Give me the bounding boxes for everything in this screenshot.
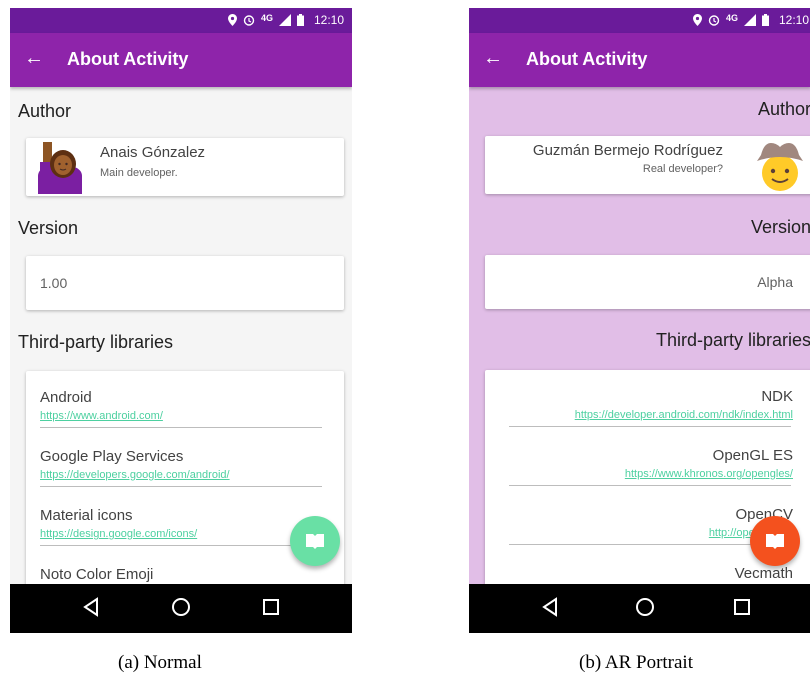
divider [40, 486, 322, 487]
author-card: Anais Gónzalez Main developer. [26, 138, 344, 196]
library-name: Vecmath [734, 565, 793, 582]
book-fab-button[interactable] [750, 516, 800, 566]
network-type: 4G [725, 13, 738, 23]
about-content[interactable]: Author Anais Gónzalez Main developer. Ve… [10, 87, 352, 584]
library-name: Google Play Services [40, 448, 184, 465]
arrow-back-icon[interactable]: ← [483, 46, 503, 70]
network-type: 4G [260, 13, 273, 23]
back-triangle-icon[interactable] [541, 597, 559, 617]
library-link[interactable]: https://developers.google.com/android/ [40, 469, 230, 481]
divider [40, 427, 322, 428]
library-item[interactable]: Google Play Services https://developers.… [26, 430, 344, 488]
phone-normal: 4G 12:10 ← About Activity Author Anais G… [10, 8, 352, 633]
version-value: Alpha [757, 274, 793, 290]
divider [509, 426, 791, 427]
app-title: About Activity [526, 49, 648, 69]
library-link[interactable]: https://design.google.com/icons/ [40, 528, 197, 540]
location-icon [692, 14, 702, 26]
navigation-bar [469, 584, 810, 633]
status-bar: 4G 12:10 [469, 8, 810, 33]
cowboy-face-emoji-icon [757, 143, 803, 191]
library-link[interactable]: https://www.android.com/ [40, 410, 163, 422]
book-icon [766, 534, 784, 549]
library-name: Noto Color Emoji [40, 566, 154, 583]
divider [509, 544, 791, 545]
book-fab-button[interactable] [290, 516, 340, 566]
version-card: Alpha [485, 255, 810, 309]
navigation-bar [10, 584, 352, 633]
status-time: 12:10 [313, 13, 344, 27]
author-name: Guzmán Bermejo Rodríguez [532, 142, 723, 159]
divider [40, 545, 322, 546]
author-card: Guzmán Bermejo Rodríguez Real developer? [485, 136, 810, 194]
recents-square-icon[interactable] [263, 599, 279, 615]
author-role: Real developer? [642, 163, 723, 175]
library-item[interactable]: OpenGL ES https://www.khronos.org/opengl… [485, 429, 810, 487]
back-triangle-icon[interactable] [82, 597, 100, 617]
library-item[interactable]: Android https://www.android.com/ [26, 371, 344, 429]
app-bar: ← About Activity [10, 33, 352, 87]
status-time: 12:10 [778, 13, 809, 27]
alarm-icon [243, 15, 255, 26]
person-raising-hand-emoji-icon [38, 142, 82, 194]
location-icon [227, 14, 237, 26]
library-link[interactable]: https://www.khronos.org/opengles/ [625, 468, 793, 480]
library-name: Material icons [40, 507, 133, 524]
library-name: NDK [761, 388, 793, 405]
library-name: OpenGL ES [712, 447, 793, 464]
home-circle-icon[interactable] [171, 597, 191, 617]
version-heading: Version [750, 217, 810, 237]
library-item[interactable]: NDK https://developer.android.com/ndk/in… [485, 370, 810, 428]
battery-icon [761, 14, 769, 26]
version-heading: Version [18, 218, 79, 238]
libraries-heading: Third-party libraries [18, 332, 174, 352]
version-card: 1.00 [26, 256, 344, 310]
about-content[interactable]: Author Guzmán Bermejo Rodríguez Real dev… [469, 87, 810, 584]
home-circle-icon[interactable] [635, 597, 655, 617]
author-name: Anais Gónzalez [100, 144, 206, 161]
app-bar: ← About Activity [469, 33, 810, 87]
alarm-icon [708, 15, 720, 26]
divider [509, 485, 791, 486]
book-icon [306, 534, 324, 549]
author-role: Main developer. [100, 167, 178, 179]
author-heading: Author [757, 99, 810, 119]
recents-square-icon[interactable] [734, 599, 750, 615]
caption-normal: (a) Normal [118, 652, 202, 673]
signal-icon [278, 14, 291, 26]
library-link[interactable]: https://developer.android.com/ndk/index.… [575, 409, 793, 421]
status-bar: 4G 12:10 [10, 8, 352, 33]
signal-icon [743, 14, 756, 26]
author-heading: Author [18, 101, 72, 121]
phone-ar-portrait: 4G 12:10 ← About Activity Author Guzmán … [469, 8, 810, 633]
library-name: Android [40, 389, 92, 406]
caption-ar: (b) AR Portrait [579, 652, 693, 673]
libraries-heading: Third-party libraries [655, 330, 810, 350]
version-value: 1.00 [40, 275, 68, 291]
battery-icon [296, 14, 304, 26]
app-title: About Activity [67, 49, 189, 69]
arrow-back-icon[interactable]: ← [24, 46, 44, 70]
